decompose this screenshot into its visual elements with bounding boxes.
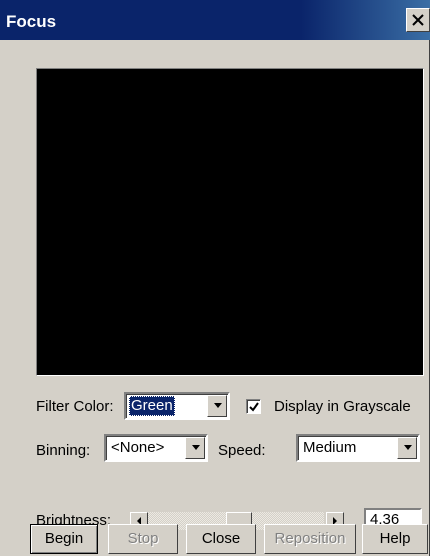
speed-select[interactable]: Medium (296, 434, 420, 462)
display-grayscale-label: Display in Grayscale (274, 398, 411, 415)
title-bar[interactable]: Focus (0, 0, 430, 40)
begin-button[interactable]: Begin (30, 524, 98, 554)
speed-value: Medium (303, 439, 357, 456)
close-button[interactable]: Close (186, 524, 256, 554)
display-grayscale-checkbox[interactable] (246, 399, 261, 414)
stop-button[interactable]: Stop (108, 524, 178, 554)
filter-color-select[interactable]: Green (124, 392, 230, 420)
focus-preview-area (36, 68, 424, 376)
chevron-down-icon (192, 445, 200, 450)
filter-color-value: Green (129, 396, 175, 416)
close-icon (412, 14, 424, 26)
binning-select[interactable]: <None> (104, 434, 208, 462)
chevron-down-icon (404, 445, 412, 450)
filter-color-dropdown-button[interactable] (207, 395, 227, 417)
window-title: Focus (6, 12, 57, 31)
reposition-button[interactable]: Reposition (264, 524, 356, 554)
speed-label: Speed: (218, 442, 266, 459)
filter-color-label: Filter Color: (36, 398, 114, 415)
focus-dialog: Focus Filter Color: Green Display in Gra… (0, 0, 430, 556)
checkmark-icon (249, 402, 259, 412)
binning-label: Binning: (36, 442, 91, 459)
close-window-button[interactable] (406, 8, 430, 32)
speed-dropdown-button[interactable] (397, 437, 417, 459)
binning-value: <None> (111, 439, 165, 456)
binning-dropdown-button[interactable] (185, 437, 205, 459)
chevron-down-icon (214, 403, 222, 408)
help-button[interactable]: Help (362, 524, 428, 554)
